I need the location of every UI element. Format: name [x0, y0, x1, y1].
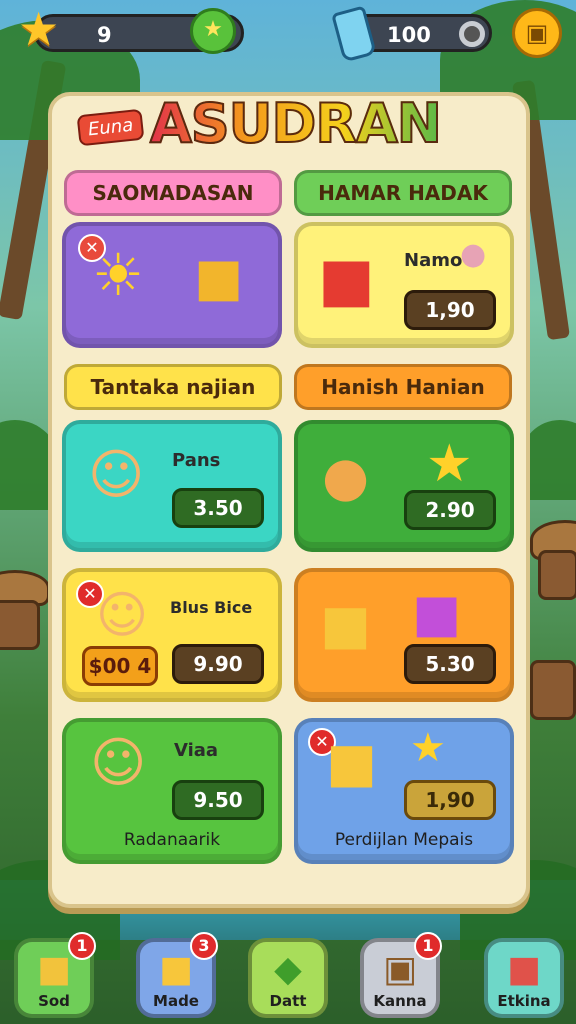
- header-saomadasan[interactable]: SAOMADASAN: [64, 170, 282, 216]
- boy-icon: ☺: [88, 443, 145, 506]
- viaa-footer: Radanaarik: [123, 830, 221, 850]
- pans-card[interactable]: ☺ Pans 3.50: [62, 420, 282, 552]
- resource-bar: 9 ★ ★ 100 ▣: [14, 5, 562, 63]
- viaa-price[interactable]: 9.50: [172, 780, 264, 820]
- header-hanish-hanian[interactable]: Hanish Hanian: [294, 364, 512, 410]
- blue-bice-sale-tag: $00 4: [82, 646, 158, 686]
- villager-icon: ☺: [90, 731, 147, 794]
- gem-icon[interactable]: ★: [190, 8, 236, 54]
- nav-kanna-label: Kanna: [373, 992, 427, 1010]
- nav-sod[interactable]: ■ Sod 1: [14, 932, 96, 1018]
- nav-made-label: Made: [153, 992, 199, 1010]
- viaa-card[interactable]: ☺ Viaa 9.50 Radanaarik: [62, 718, 282, 864]
- cake-card[interactable]: ■ ■ 5.30: [294, 568, 514, 702]
- bird-icon: ●: [322, 445, 370, 508]
- block-icon: ■: [506, 949, 541, 990]
- blue-bice-card[interactable]: ✕ ☺ Blus Bice $00 4 9.90: [62, 568, 282, 702]
- blue-bice-price[interactable]: 9.90: [172, 644, 264, 684]
- shop-icon[interactable]: ▣: [512, 8, 562, 58]
- leaf-icon: ◆: [274, 949, 302, 990]
- nav-etkina[interactable]: ■ Etkina: [484, 938, 564, 1018]
- header-tantaka-najian[interactable]: Tantaka najian: [64, 364, 282, 410]
- purple-box-icon: ■: [412, 584, 462, 644]
- nav-sod-badge: 1: [68, 932, 96, 960]
- gift-card[interactable]: ■ Namo ● 1,90: [294, 222, 514, 348]
- game-logo: ASUDRAN: [149, 91, 443, 156]
- nav-kanna[interactable]: ▣ Kanna 1: [360, 932, 442, 1018]
- nav-kanna-badge: 1: [414, 932, 442, 960]
- potion-icon: [331, 5, 377, 63]
- girl-icon: ☺: [96, 586, 149, 644]
- viaa-name: Viaa: [174, 740, 219, 761]
- stars-value: 9: [97, 23, 112, 47]
- mystery-box-icon: ■: [194, 248, 244, 308]
- gold-star-icon: ★: [426, 434, 473, 494]
- nav-datt[interactable]: ◆ Datt: [248, 938, 328, 1018]
- stars-icon: ★: [410, 725, 446, 771]
- gift-price[interactable]: 1,90: [404, 290, 496, 330]
- coins-counter: 100: [331, 5, 492, 63]
- cake-icon: ■: [320, 593, 372, 656]
- pans-price[interactable]: 3.50: [172, 488, 264, 528]
- star-icon: ★: [18, 2, 60, 56]
- nav-sod-label: Sod: [38, 992, 70, 1010]
- blue-bice-name: Blus Bice: [170, 598, 253, 617]
- sale-badge-icon: ✕: [78, 234, 106, 262]
- nav-etkina-label: Etkina: [497, 992, 551, 1010]
- dessert-icon: ■: [326, 731, 378, 794]
- pans-name: Pans: [172, 450, 221, 471]
- ring-icon: [459, 21, 485, 47]
- sun-box-card[interactable]: ☀ ■ ✕: [62, 222, 282, 348]
- creature-icon: ●: [460, 237, 487, 272]
- dessert-price[interactable]: 1,90: [404, 780, 496, 820]
- gift-name: Namo: [404, 250, 463, 271]
- nav-datt-label: Datt: [269, 992, 307, 1010]
- coins-value: 100: [387, 23, 431, 47]
- header-hamar-hadak[interactable]: HAMAR HADAK: [294, 170, 512, 216]
- cake-price[interactable]: 5.30: [404, 644, 496, 684]
- starbox-card[interactable]: ● ★ 2.90: [294, 420, 514, 552]
- dessert-footer: Perdijlan Mepais: [334, 830, 474, 850]
- dessert-card[interactable]: ✕ ■ ★ 1,90 Perdijlan Mepais: [294, 718, 514, 864]
- starbox-price[interactable]: 2.90: [404, 490, 496, 530]
- nav-made-badge: 3: [190, 932, 218, 960]
- nav-made[interactable]: ■ Made 3: [136, 932, 218, 1018]
- gift-box-icon: ■: [318, 245, 375, 315]
